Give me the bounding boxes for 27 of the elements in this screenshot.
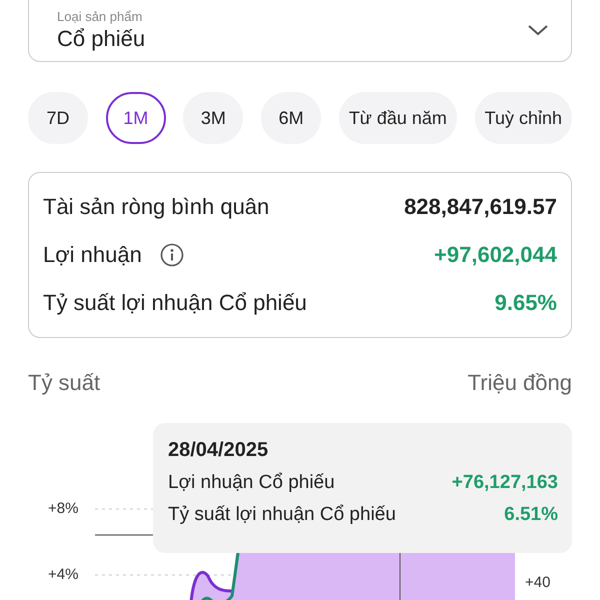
summary-label: Lợi nhuận: [43, 242, 142, 268]
axis-title: Tỷ suất: [28, 370, 100, 396]
period-tab[interactable]: Tuỳ chỉnh: [474, 92, 572, 144]
info-icon[interactable]: [160, 243, 184, 267]
period-tab[interactable]: Từ đầu năm: [338, 92, 457, 144]
period-tab[interactable]: 3M: [183, 92, 244, 144]
period-tab[interactable]: 7D: [28, 92, 88, 144]
chevron-down-icon: [527, 24, 549, 36]
tooltip-label: Lợi nhuận Cổ phiếu: [168, 472, 335, 494]
summary-label: Tài sản ròng bình quân: [43, 194, 270, 220]
axis-tick: +4%: [48, 566, 78, 583]
tooltip-date: 28/04/2025: [168, 439, 268, 462]
axis-tick: +40: [525, 574, 550, 591]
summary-value: +97,602,044: [434, 242, 557, 268]
tooltip-value: +76,127,163: [452, 472, 558, 494]
select-value: Cổ phiếu: [57, 26, 146, 52]
tooltip-label: Tỷ suất lợi nhuận Cổ phiếu: [168, 504, 396, 526]
summary-value: 828,847,619.57: [404, 194, 557, 220]
summary-value: 9.65%: [494, 290, 557, 316]
axis-title: Triệu đồng: [468, 370, 572, 396]
product-select[interactable]: Loại sản phẩm Cổ phiếu: [28, 0, 572, 62]
tooltip-value: 6.51%: [504, 504, 558, 526]
axis-tick: +8%: [48, 500, 78, 517]
period-tab[interactable]: 1M: [106, 92, 166, 144]
select-label: Loại sản phẩm: [57, 9, 144, 24]
period-tab[interactable]: 6M: [261, 92, 322, 144]
summary-label: Tỷ suất lợi nhuận Cổ phiếu: [43, 290, 307, 316]
